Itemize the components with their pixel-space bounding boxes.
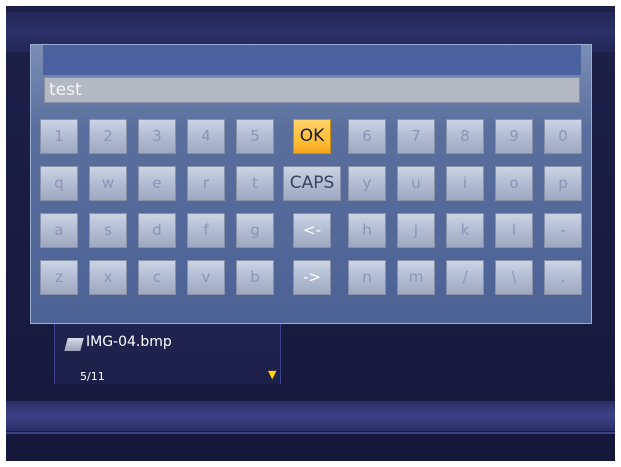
key-9[interactable]: 9 [495,119,533,154]
ok-button[interactable]: OK [293,119,331,154]
key-u[interactable]: u [397,166,435,201]
bottom-divider [6,432,615,434]
key-backslash[interactable]: \ [495,260,533,295]
key-c[interactable]: c [138,260,176,295]
key-g[interactable]: g [236,213,274,248]
key-8[interactable]: 8 [446,119,484,154]
key-z[interactable]: z [40,260,78,295]
page-counter: 5/11 [80,370,105,383]
key-k[interactable]: k [446,213,484,248]
key-o[interactable]: o [495,166,533,201]
key-w[interactable]: w [89,166,127,201]
key-h[interactable]: h [348,213,386,248]
dialog-header [43,45,581,75]
key-4[interactable]: 4 [187,119,225,154]
key-p[interactable]: p [544,166,582,201]
key-period[interactable]: . [544,260,582,295]
key-q[interactable]: q [40,166,78,201]
key-b[interactable]: b [236,260,274,295]
key-r[interactable]: r [187,166,225,201]
key-1[interactable]: 1 [40,119,78,154]
key-v[interactable]: v [187,260,225,295]
backspace-button[interactable]: <- [293,213,331,248]
forward-arrow-button[interactable]: -> [293,260,331,295]
key-0[interactable]: 0 [544,119,582,154]
onscreen-keyboard-dialog: test 1 2 3 4 5 OK 6 7 8 9 0 q w e r t CA… [30,44,592,324]
key-dash[interactable]: - [544,213,582,248]
scroll-down-icon[interactable]: ▼ [268,368,276,381]
key-6[interactable]: 6 [348,119,386,154]
key-7[interactable]: 7 [397,119,435,154]
key-a[interactable]: a [40,213,78,248]
key-n[interactable]: n [348,260,386,295]
key-d[interactable]: d [138,213,176,248]
bottom-band [6,401,615,431]
key-5[interactable]: 5 [236,119,274,154]
key-j[interactable]: j [397,213,435,248]
file-name[interactable]: IMG-04.bmp [86,334,172,350]
key-i[interactable]: i [446,166,484,201]
key-t[interactable]: t [236,166,274,201]
key-m[interactable]: m [397,260,435,295]
key-x[interactable]: x [89,260,127,295]
key-l[interactable]: l [495,213,533,248]
key-e[interactable]: e [138,166,176,201]
key-3[interactable]: 3 [138,119,176,154]
caps-button[interactable]: CAPS [283,166,341,201]
key-s[interactable]: s [89,213,127,248]
key-y[interactable]: y [348,166,386,201]
key-f[interactable]: f [187,213,225,248]
key-2[interactable]: 2 [89,119,127,154]
key-slash[interactable]: / [446,260,484,295]
text-input-field[interactable]: test [44,77,580,103]
